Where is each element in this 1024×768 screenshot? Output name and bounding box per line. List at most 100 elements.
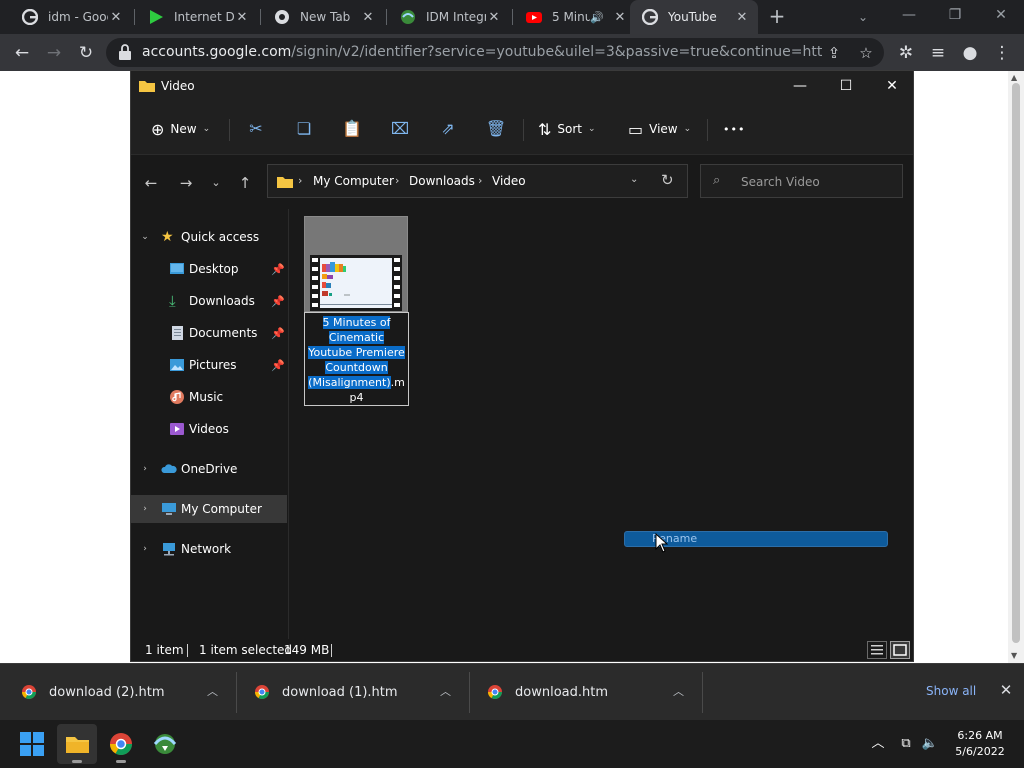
sidebar-item-documents[interactable]: Documents 📌	[131, 319, 287, 347]
chevron-down-icon[interactable]: ⌄	[139, 232, 151, 242]
scroll-down-icon[interactable]: ▼	[1011, 651, 1017, 660]
new-tab-plus-icon[interactable]: +	[766, 5, 788, 27]
filename-extension: .m	[390, 376, 405, 389]
pin-icon[interactable]: 📌	[271, 359, 285, 372]
scrollbar-thumb[interactable]	[1012, 83, 1020, 643]
pin-icon[interactable]: 📌	[271, 327, 285, 340]
forward-arrow-icon[interactable]: →	[42, 41, 66, 65]
url-path: /signin/v2/identifier?service=youtube&ui…	[291, 44, 822, 60]
chevron-right-icon[interactable]: ›	[139, 544, 151, 554]
network-icon[interactable]: ⧉	[896, 734, 916, 754]
volume-icon[interactable]: 🔈	[920, 734, 940, 754]
media-queue-icon[interactable]: ≡	[926, 41, 950, 65]
close-icon[interactable]: ✕	[734, 10, 750, 25]
profile-avatar-icon[interactable]: ●	[958, 41, 982, 65]
breadcrumb-video[interactable]: Video	[492, 174, 526, 188]
page-scrollbar[interactable]: ▲ ▼	[1008, 71, 1024, 663]
sidebar-item-desktop[interactable]: Desktop 📌	[131, 255, 287, 283]
file-list-view[interactable]: 5 Minutes of Cinematic Youtube Premiere …	[289, 209, 913, 639]
recent-chevron-down-icon[interactable]: ⌄	[204, 171, 228, 195]
speaker-icon[interactable]: 🔊	[590, 11, 604, 24]
large-icons-view-icon[interactable]	[890, 641, 910, 659]
maximize-icon[interactable]: ☐	[823, 71, 869, 101]
sidebar-item-onedrive[interactable]: › OneDrive	[131, 455, 287, 483]
chevron-up-icon[interactable]: ︿	[207, 683, 218, 699]
refresh-icon[interactable]: ↻	[661, 171, 674, 189]
paste-icon[interactable]: 📋	[340, 117, 364, 141]
close-icon[interactable]: ✕	[612, 10, 628, 25]
share-icon[interactable]: ⇗	[436, 117, 460, 141]
minimize-icon[interactable]: —	[777, 71, 823, 101]
details-view-icon[interactable]	[867, 641, 887, 659]
reload-icon[interactable]: ↻	[74, 41, 98, 65]
chevron-right-icon[interactable]: ›	[139, 504, 151, 514]
explorer-address-bar[interactable]: › My Computer › Downloads › Video ⌄ ↻	[267, 164, 688, 198]
tab-idm-integration[interactable]: IDM Integr ✕	[388, 0, 510, 34]
delete-trash-icon[interactable]: 🗑	[484, 117, 508, 141]
chevron-down-icon[interactable]: ⌄	[630, 174, 638, 185]
back-arrow-icon[interactable]: ←	[139, 171, 163, 195]
taskbar-file-explorer[interactable]	[57, 724, 97, 764]
close-icon[interactable]: ✕	[997, 681, 1015, 699]
rename-icon[interactable]: ⌧	[388, 117, 412, 141]
address-bar[interactable]: accounts.google.com/signin/v2/identifier…	[106, 38, 884, 67]
tab-idm-google[interactable]: idm - Goog ✕	[10, 0, 132, 34]
download-item[interactable]: download.htm ︿	[487, 664, 697, 721]
file-item-video[interactable]: 5 Minutes of Cinematic Youtube Premiere …	[304, 216, 410, 406]
system-clock[interactable]: 6:26 AM 5/6/2022	[944, 728, 1016, 760]
close-icon[interactable]: ✕	[486, 10, 502, 25]
forward-arrow-icon[interactable]: →	[174, 171, 198, 195]
search-box[interactable]: ⌕ Search Video	[700, 164, 903, 198]
star-icon[interactable]: ☆	[856, 43, 876, 63]
sidebar-item-network[interactable]: › Network	[131, 535, 287, 563]
sidebar-item-quick-access[interactable]: ⌄ ★ Quick access	[131, 223, 287, 251]
chevron-right-icon[interactable]: ›	[139, 464, 151, 474]
share-icon[interactable]: ⇪	[824, 43, 844, 63]
close-icon[interactable]: ✕	[234, 10, 250, 25]
sidebar-item-music[interactable]: Music	[131, 383, 287, 411]
show-all-button[interactable]: Show all	[926, 684, 976, 698]
filename-rename-field[interactable]: 5 Minutes of Cinematic Youtube Premiere …	[304, 312, 409, 406]
download-item[interactable]: download (1).htm ︿	[254, 664, 464, 721]
video-thumbnail[interactable]	[304, 216, 408, 312]
start-button[interactable]	[12, 724, 52, 764]
tab-youtube-video[interactable]: 5 Minu 🔊 ✕	[514, 0, 636, 34]
sidebar-item-videos[interactable]: Videos	[131, 415, 287, 443]
tab-internet-download[interactable]: Internet Do ✕	[136, 0, 258, 34]
close-window-icon[interactable]: ✕	[978, 0, 1024, 30]
taskbar-idm[interactable]	[145, 724, 185, 764]
copy-icon[interactable]: ❏	[292, 117, 316, 141]
taskbar-chrome[interactable]	[101, 724, 141, 764]
sidebar-item-pictures[interactable]: Pictures 📌	[131, 351, 287, 379]
close-window-icon[interactable]: ✕	[869, 71, 915, 101]
view-button[interactable]: ▭ View ⌄	[628, 117, 691, 141]
sort-button[interactable]: ⇅ Sort ⌄	[538, 117, 596, 141]
close-icon[interactable]: ✕	[108, 10, 124, 25]
more-options-button[interactable]: •••	[723, 117, 745, 141]
tab-new-tab[interactable]: New Tab ✕	[262, 0, 384, 34]
chevron-up-icon[interactable]: ︿	[440, 683, 451, 699]
extensions-puzzle-icon[interactable]: ✲	[894, 41, 918, 65]
kebab-menu-icon[interactable]: ⋮	[990, 41, 1014, 65]
chevron-up-icon[interactable]: ︿	[673, 683, 684, 699]
tab-separator	[386, 9, 387, 25]
close-icon[interactable]: ✕	[360, 10, 376, 25]
scroll-up-icon[interactable]: ▲	[1011, 73, 1017, 82]
tab-youtube-signin[interactable]: YouTube ✕	[630, 0, 758, 34]
pin-icon[interactable]: 📌	[271, 263, 285, 276]
new-button[interactable]: ⊕ New ⌄	[151, 117, 210, 141]
restore-icon[interactable]: ❐	[932, 0, 978, 30]
back-arrow-icon[interactable]: ←	[10, 41, 34, 65]
chevron-down-icon[interactable]: ⌄	[852, 6, 874, 28]
download-item[interactable]: download (2).htm ︿	[21, 664, 231, 721]
up-arrow-icon[interactable]: ↑	[233, 171, 257, 195]
sidebar-item-my-computer[interactable]: › My Computer	[131, 495, 287, 523]
status-separator	[187, 644, 188, 657]
sidebar-item-downloads[interactable]: ⤓ Downloads 📌	[131, 287, 287, 315]
chevron-up-icon[interactable]: ︿	[868, 734, 888, 754]
minimize-icon[interactable]: —	[886, 0, 932, 30]
pin-icon[interactable]: 📌	[271, 295, 285, 308]
cut-icon[interactable]: ✂	[244, 117, 268, 141]
breadcrumb-downloads[interactable]: Downloads	[409, 174, 475, 188]
breadcrumb-my-computer[interactable]: My Computer	[313, 174, 394, 188]
